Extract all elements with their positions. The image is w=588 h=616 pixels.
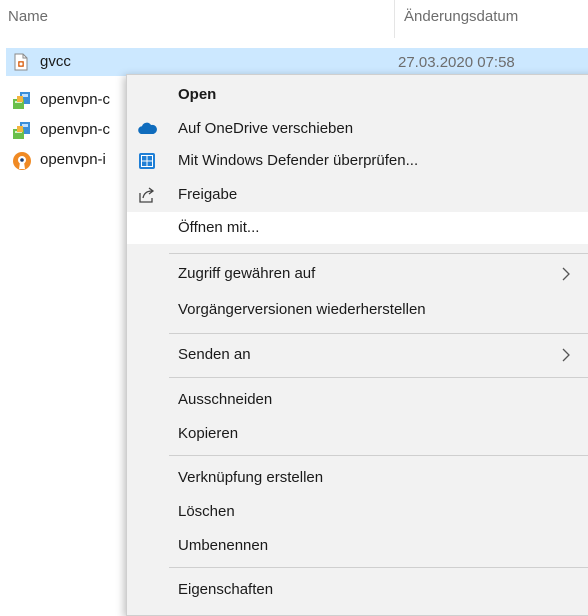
- text-file-icon: [12, 53, 30, 71]
- menu-item-create-shortcut[interactable]: Verknüpfung erstellen: [127, 462, 588, 494]
- share-icon: [137, 185, 157, 205]
- installer-package-icon: [12, 91, 30, 109]
- file-name: openvpn-c: [40, 121, 111, 138]
- file-name: openvpn-c: [40, 91, 111, 108]
- menu-item-copy[interactable]: Kopieren: [127, 418, 588, 450]
- installer-package-icon: [12, 121, 30, 139]
- column-header-name[interactable]: Name: [8, 8, 48, 25]
- chevron-right-icon: [559, 265, 573, 283]
- column-header-date[interactable]: Änderungsdatum: [404, 8, 518, 25]
- menu-item-label: Öffnen mit...: [178, 219, 260, 236]
- menu-item-open[interactable]: Open: [127, 79, 588, 111]
- menu-item-label: Freigabe: [178, 186, 238, 203]
- openvpn-logo-icon: [12, 151, 31, 170]
- menu-item-label: Open: [178, 86, 217, 103]
- menu-item-label: Auf OneDrive verschieben: [178, 120, 354, 137]
- menu-item-label: Löschen: [178, 503, 235, 520]
- menu-separator: [169, 377, 588, 378]
- file-row-gvcc[interactable]: gvcc 27.03.2020 07:58: [6, 48, 588, 76]
- chevron-right-icon: [559, 346, 573, 364]
- menu-item-label: Kopieren: [178, 425, 239, 442]
- menu-item-open-with[interactable]: Öffnen mit...: [127, 212, 588, 244]
- menu-item-send-to[interactable]: Senden an: [127, 339, 588, 371]
- file-name: openvpn-i: [40, 151, 106, 168]
- menu-separator: [169, 567, 588, 568]
- menu-item-onedrive[interactable]: Auf OneDrive verschieben: [127, 113, 588, 145]
- menu-item-properties[interactable]: Eigenschaften: [127, 574, 588, 606]
- menu-item-label: Zugriff gewähren auf: [178, 265, 316, 282]
- menu-item-restore-versions[interactable]: Vorgängerversionen wiederherstellen: [127, 294, 588, 326]
- menu-item-rename[interactable]: Umbenennen: [127, 530, 588, 562]
- context-menu: Open Auf OneDrive verschieben Mit Window…: [126, 74, 588, 616]
- menu-item-label: Verknüpfung erstellen: [178, 469, 324, 486]
- menu-item-label: Eigenschaften: [178, 581, 274, 598]
- menu-separator: [169, 455, 588, 456]
- menu-item-grant-access[interactable]: Zugriff gewähren auf: [127, 258, 588, 290]
- windows-defender-icon: [137, 151, 157, 171]
- menu-item-delete[interactable]: Löschen: [127, 496, 588, 528]
- column-header: Name Änderungsdatum: [0, 0, 588, 40]
- menu-item-label: Senden an: [178, 346, 251, 363]
- menu-separator: [169, 333, 588, 334]
- file-date: 27.03.2020 07:58: [398, 54, 515, 71]
- column-divider[interactable]: [394, 0, 395, 38]
- menu-item-label: Vorgängerversionen wiederherstellen: [178, 301, 426, 318]
- menu-item-label: Mit Windows Defender überprüfen...: [178, 152, 419, 169]
- menu-item-share[interactable]: Freigabe: [127, 179, 588, 211]
- file-name: gvcc: [40, 53, 71, 70]
- menu-item-defender[interactable]: Mit Windows Defender überprüfen...: [127, 145, 588, 177]
- menu-item-cut[interactable]: Ausschneiden: [127, 384, 588, 416]
- onedrive-cloud-icon: [137, 119, 157, 139]
- menu-item-label: Umbenennen: [178, 537, 269, 554]
- menu-separator: [169, 253, 588, 254]
- menu-item-label: Ausschneiden: [178, 391, 273, 408]
